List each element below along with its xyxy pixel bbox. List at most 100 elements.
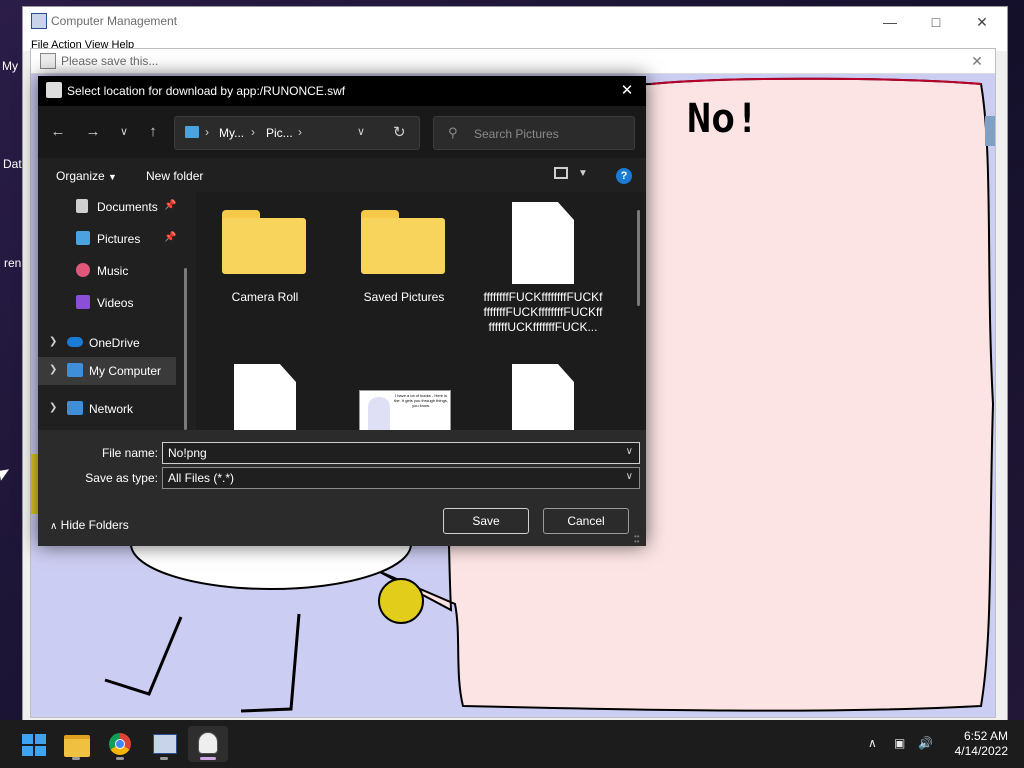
mouse-cursor-icon (0, 469, 11, 481)
chevron-right-icon[interactable]: ❯ (49, 336, 57, 347)
computer-management-icon (153, 734, 177, 754)
running-indicator (116, 757, 124, 760)
chrome-icon (109, 733, 131, 755)
file-icon (512, 364, 574, 430)
clock[interactable]: 6:52 AM 4/14/2022 (938, 729, 1008, 759)
navigation-pane: Documents 📌 Pictures 📌 Music Videos ❯ On… (38, 192, 192, 430)
flash-titlebar[interactable]: Please save this... ✕ (31, 49, 995, 74)
desktop-icon-label[interactable]: My (2, 59, 18, 73)
save-options-pane: File name: No!png ∨ Save as type: All Fi… (38, 430, 646, 546)
file-name-label: File name: (101, 446, 158, 460)
resize-grip-icon[interactable]: •• •• (634, 533, 644, 546)
chevron-right-icon[interactable]: › (298, 125, 302, 139)
hide-folders-button[interactable]: ∧ Hide Folders (50, 518, 129, 532)
maximize-icon[interactable]: □ (921, 11, 951, 33)
breadcrumb-item[interactable]: Pic... (266, 126, 293, 140)
sidebar-item-music[interactable]: Music (38, 258, 188, 284)
sidebar-item-documents[interactable]: Documents 📌 (38, 194, 188, 220)
sidebar-item-label: My Computer (89, 364, 162, 378)
desktop-icon-label[interactable]: ren (4, 256, 21, 270)
file-icon (234, 364, 296, 430)
computer-management-icon (31, 13, 47, 29)
taskbar-chrome[interactable] (100, 726, 140, 762)
address-bar[interactable]: › My... › Pic... › ∨ ↻ (174, 116, 420, 150)
search-placeholder: Search Pictures (474, 127, 559, 141)
save-button[interactable]: Save (443, 508, 529, 534)
navigation-bar: ← → ∨ ↑ › My... › Pic... › ∨ ↻ ⚲ Search … (38, 106, 646, 158)
taskbar-file-explorer[interactable] (56, 726, 96, 762)
sidebar-item-videos[interactable]: Videos (38, 290, 188, 316)
refresh-icon[interactable]: ↻ (393, 123, 406, 141)
forward-arrow-icon[interactable]: → (81, 120, 105, 144)
chevron-down-icon: ▼ (108, 172, 117, 182)
help-icon[interactable]: ? (616, 168, 632, 184)
running-indicator (72, 757, 80, 760)
volume-icon[interactable]: 🔊 (918, 736, 933, 750)
flash-scrollbar[interactable] (985, 116, 995, 146)
minimize-icon[interactable]: — (875, 11, 905, 33)
list-item[interactable]: Camera Roll (205, 210, 325, 306)
save-type-value: All Files (*.*) (168, 471, 235, 485)
sidebar-item-my-computer[interactable]: ❯ My Computer (38, 357, 176, 385)
thumbnail-text: I have a lot of books - Here is the. It … (394, 393, 448, 408)
sidebar-scrollbar[interactable] (184, 268, 187, 430)
close-icon[interactable]: ✕ (967, 11, 997, 33)
dialog-toolbar: Organize ▼ New folder ▼ ? (38, 158, 646, 192)
chevron-right-icon[interactable]: ❯ (49, 364, 57, 375)
videos-icon (76, 295, 90, 309)
documents-icon (76, 199, 88, 213)
cancel-button[interactable]: Cancel (543, 508, 629, 534)
chevron-down-icon[interactable]: ∨ (626, 471, 633, 482)
new-folder-button[interactable]: New folder (146, 169, 203, 183)
list-item[interactable]: Saved Pictures (344, 210, 464, 306)
file-name-input[interactable]: No!png ∨ (162, 442, 640, 464)
pictures-icon (185, 126, 199, 138)
file-explorer-icon (64, 735, 90, 757)
sidebar-item-pictures[interactable]: Pictures 📌 (38, 226, 188, 252)
close-icon[interactable]: ✕ (967, 51, 987, 71)
dialog-titlebar[interactable]: Select location for download by app:/RUN… (38, 76, 646, 106)
taskbar-flash-app[interactable] (188, 726, 228, 762)
taskbar-computer-management[interactable] (144, 726, 184, 762)
list-item[interactable]: I have a lot of books - Here is the. It … (344, 364, 464, 430)
up-arrow-icon[interactable]: ↑ (141, 120, 165, 144)
close-icon[interactable]: ✕ (614, 80, 640, 102)
breadcrumb-item[interactable]: My... (219, 126, 244, 140)
save-type-select[interactable]: All Files (*.*) ∨ (162, 467, 640, 489)
file-name-value: No!png (168, 446, 207, 460)
clock-time: 6:52 AM (963, 729, 1008, 743)
chevron-down-icon[interactable]: ∨ (112, 120, 136, 144)
sidebar-item-label: Music (97, 264, 129, 278)
sidebar-item-label: Documents (97, 200, 158, 214)
network-icon (67, 401, 83, 415)
onedrive-icon (67, 337, 83, 347)
network-icon[interactable]: ▣ (894, 736, 905, 750)
start-button[interactable] (12, 726, 52, 762)
list-item[interactable] (483, 364, 603, 430)
content-scrollbar[interactable] (637, 210, 640, 306)
hide-folders-label: Hide Folders (60, 518, 129, 532)
sidebar-item-label: Network (89, 402, 134, 416)
desktop-icon-label[interactable]: Dat (3, 157, 22, 171)
back-arrow-icon[interactable]: ← (46, 120, 70, 144)
organize-button[interactable]: Organize ▼ (56, 169, 117, 183)
save-dialog: Select location for download by app:/RUN… (38, 76, 646, 546)
sidebar-item-label: OneDrive (89, 336, 140, 350)
chevron-down-icon[interactable]: ▼ (578, 168, 588, 179)
windows-icon (22, 734, 46, 756)
chevron-down-icon[interactable]: ∨ (357, 125, 365, 138)
list-item[interactable] (205, 364, 325, 430)
search-box[interactable]: ⚲ Search Pictures (433, 116, 635, 150)
list-item[interactable]: ffffffffFUCKffffffffFUCKffffffffFUCKffff… (483, 202, 603, 352)
chevron-down-icon[interactable]: ∨ (626, 446, 633, 457)
search-icon: ⚲ (448, 125, 458, 140)
sidebar-item-label: Videos (97, 296, 134, 310)
flash-app-icon (40, 53, 56, 69)
chevron-right-icon[interactable]: ❯ (49, 402, 57, 413)
sidebar-item-onedrive[interactable]: ❯ OneDrive (38, 330, 188, 356)
computer-icon (67, 363, 83, 377)
view-icon[interactable] (554, 167, 568, 179)
sidebar-item-network[interactable]: ❯ Network (38, 396, 188, 422)
chevron-up-icon[interactable]: ∧ (868, 736, 877, 750)
cm-titlebar[interactable]: Computer Management — □ ✕ (23, 7, 1007, 37)
